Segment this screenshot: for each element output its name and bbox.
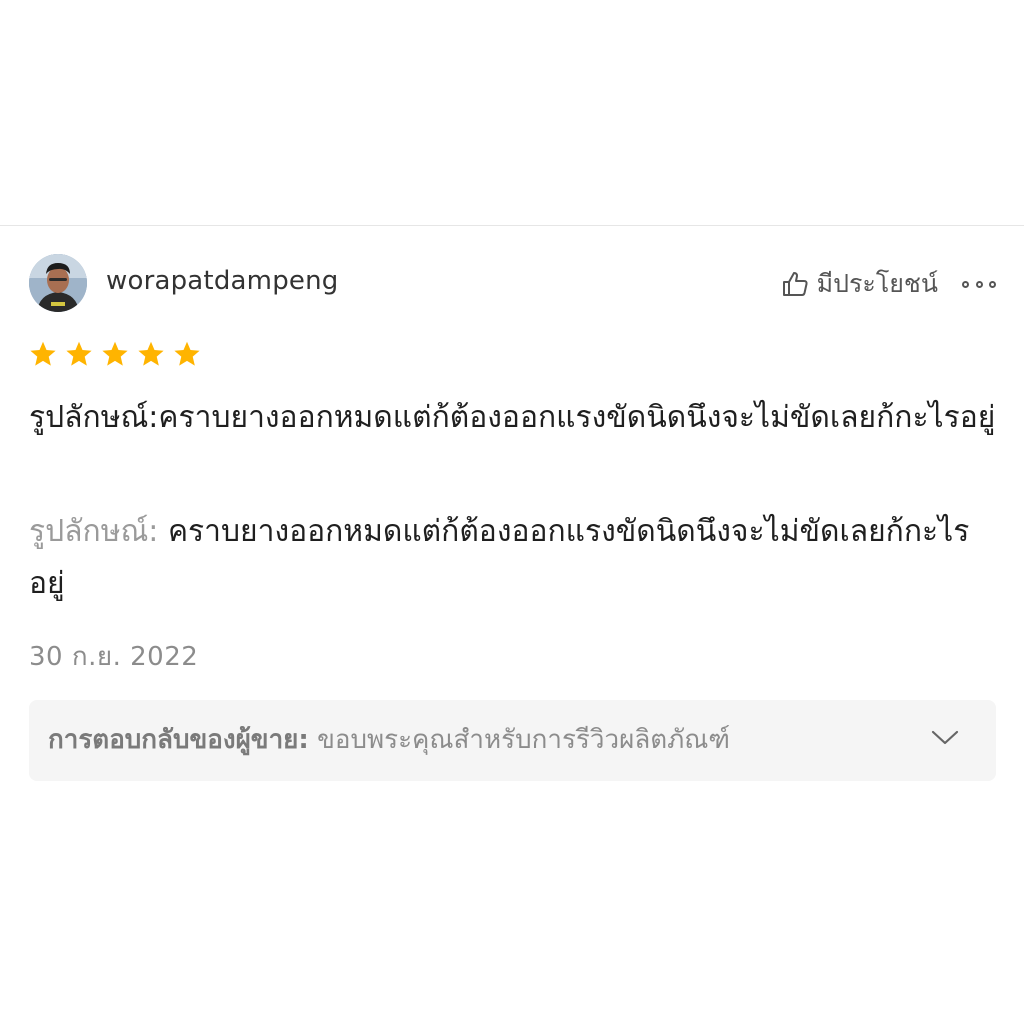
section-divider <box>0 225 1024 226</box>
star-icon <box>102 341 128 366</box>
review-date: 30 ก.ย. 2022 <box>29 642 199 672</box>
attribute-value: คราบยางออกหมดแต่ก้ต้องออกแรงขัดนิดนึงจะไ… <box>29 514 970 601</box>
star-icon <box>174 341 200 366</box>
star-icon <box>138 341 164 366</box>
star-icon <box>30 341 56 366</box>
more-dots-icon <box>962 280 969 288</box>
more-options-button[interactable] <box>962 274 996 294</box>
avatar[interactable] <box>29 254 87 312</box>
helpful-button[interactable]: มีประโยชน์ <box>781 268 938 300</box>
review-page: worapatdampeng มีประโยชน์ รูปลักษณ์:คราบ… <box>0 0 1024 1024</box>
seller-reply-box[interactable]: การตอบกลับของผู้ขาย: ขอบพระคุณสำหรับการร… <box>29 700 996 781</box>
seller-reply-label: การตอบกลับของผู้ขาย: <box>48 725 309 755</box>
reviewer-username[interactable]: worapatdampeng <box>106 266 338 296</box>
review-header: worapatdampeng มีประโยชน์ <box>29 254 996 314</box>
seller-reply-text: การตอบกลับของผู้ขาย: ขอบพระคุณสำหรับการร… <box>48 722 888 758</box>
chevron-down-icon[interactable] <box>930 728 960 748</box>
review-comment: รูปลักษณ์:คราบยางออกหมดแต่ก้ต้องออกแรงขั… <box>29 400 996 435</box>
more-dots-icon <box>975 280 983 288</box>
review-card: worapatdampeng มีประโยชน์ รูปลักษณ์:คราบ… <box>29 254 996 781</box>
attribute-label: รูปลักษณ์: <box>29 514 159 549</box>
seller-reply-body: ขอบพระคุณสำหรับการรีวิวผลิตภัณฑ์ <box>317 725 730 755</box>
star-icon <box>66 341 92 366</box>
helpful-label: มีประโยชน์ <box>816 269 938 298</box>
star-rating <box>29 340 201 368</box>
review-attribute: รูปลักษณ์: คราบยางออกหมดแต่ก้ต้องออกแรงข… <box>29 506 996 610</box>
thumbs-up-outline-icon <box>782 272 808 296</box>
avatar-image <box>29 254 87 312</box>
more-dots-icon <box>989 280 996 288</box>
